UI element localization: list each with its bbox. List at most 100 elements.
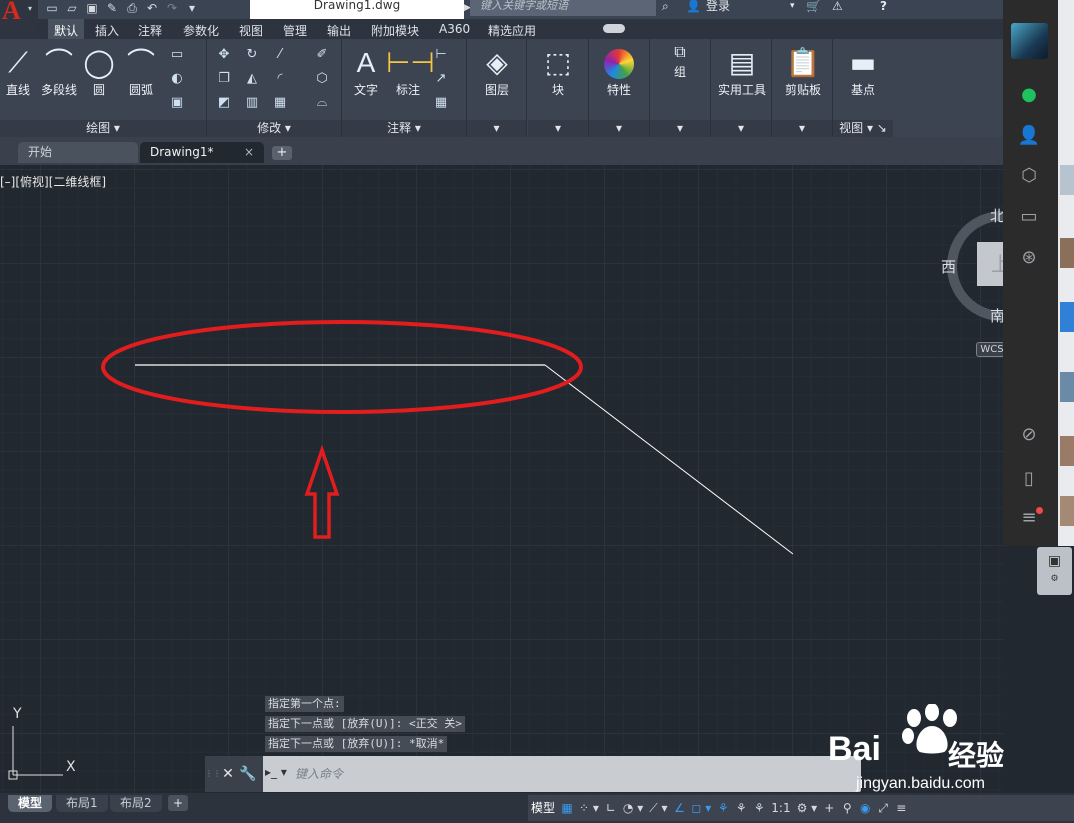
move-icon[interactable]: ✥: [215, 47, 233, 63]
media-panel-button[interactable]: ▣ ⚙: [1037, 547, 1072, 595]
customize-qat-icon[interactable]: ▾: [184, 1, 200, 16]
fillet-icon[interactable]: ◜: [271, 71, 289, 87]
search-input[interactable]: 键入关键字或短语: [470, 0, 656, 16]
erase-icon[interactable]: ✐: [313, 47, 331, 63]
offset-icon[interactable]: ⌓: [313, 95, 331, 111]
trim-icon[interactable]: ⁄: [271, 47, 289, 63]
tab-manage[interactable]: 管理: [283, 22, 307, 39]
binoculars-icon[interactable]: ⌕: [662, 0, 669, 12]
table-icon[interactable]: ▦: [432, 95, 450, 111]
isodraft-icon[interactable]: ⟋ ▾: [646, 797, 670, 819]
utilities-expand[interactable]: ▾: [711, 120, 771, 137]
phone-icon[interactable]: ▯: [1016, 467, 1042, 491]
drawing-canvas[interactable]: [0, 165, 1003, 793]
layers-expand[interactable]: ▾: [467, 120, 526, 137]
avatar[interactable]: [1011, 23, 1048, 59]
layers-tool[interactable]: ◈ 图层: [475, 45, 519, 98]
dimension-tool[interactable]: ⊢⊣ 标注: [386, 45, 435, 98]
login-dropdown-icon[interactable]: ▾: [790, 0, 795, 12]
properties-expand[interactable]: ▾: [589, 120, 649, 137]
gear-icon[interactable]: ⚙ ▾: [794, 797, 821, 819]
clean-screen-icon[interactable]: ⤢: [874, 797, 892, 819]
line-tool[interactable]: ⟋ 直线: [0, 45, 40, 98]
layout-tab-1[interactable]: 布局1: [56, 795, 108, 812]
redo-icon[interactable]: ↷: [164, 1, 180, 16]
login-button[interactable]: 登录: [706, 0, 730, 12]
layout-tab-2[interactable]: 布局2: [110, 795, 162, 812]
draw-group-label[interactable]: 绘图 ▾: [0, 120, 206, 137]
object-snap-icon[interactable]: ◻ ▾: [688, 797, 714, 819]
layout-tab-model[interactable]: 模型: [8, 795, 53, 812]
link-icon[interactable]: ⊘: [1016, 423, 1042, 447]
auto-scale-icon[interactable]: ⚘: [732, 797, 750, 819]
tab-addins[interactable]: 附加模块: [371, 22, 419, 39]
a360-icon[interactable]: ⚠: [832, 0, 843, 12]
scale-icon[interactable]: ▥: [243, 95, 261, 111]
tab-a360[interactable]: A360: [439, 22, 470, 36]
save-as-icon[interactable]: ✎: [104, 1, 120, 16]
new-file-icon[interactable]: ▭: [44, 1, 60, 16]
tab-annotate[interactable]: 注释: [138, 22, 162, 39]
tab-default[interactable]: 默认: [48, 19, 85, 39]
basepoint-tool[interactable]: ▬ 基点: [841, 45, 885, 98]
rotate-icon[interactable]: ↻: [243, 47, 261, 63]
close-icon[interactable]: ×: [244, 142, 254, 163]
save-icon[interactable]: ▣: [84, 1, 100, 16]
annotation-scale-icon[interactable]: ⚘: [750, 797, 768, 819]
wrench-icon[interactable]: 🔧: [239, 765, 257, 783]
help-button[interactable]: ?: [880, 0, 887, 12]
application-menu-button[interactable]: A ▾: [0, 0, 38, 40]
annotation-scale-value[interactable]: 1:1: [768, 797, 793, 819]
linear-dimension-icon[interactable]: ⊢: [432, 47, 450, 63]
ribbon-toggle-button[interactable]: [603, 24, 625, 33]
clipboard-expand[interactable]: ▾: [772, 120, 832, 137]
annotation-group-label[interactable]: 注释 ▾: [342, 120, 466, 137]
cube-icon[interactable]: ⬡: [1016, 164, 1042, 188]
array-icon[interactable]: ▦: [271, 95, 289, 111]
circle-tool[interactable]: ◯ 圆: [77, 45, 121, 98]
tab-view[interactable]: 视图: [239, 22, 263, 39]
modify-group-label[interactable]: 修改 ▾: [207, 120, 341, 137]
annotation-visibility-icon[interactable]: ⚘: [714, 797, 732, 819]
tab-insert[interactable]: 插入: [95, 22, 119, 39]
viewport-controls[interactable]: [–][俯视][二维线框]: [0, 173, 106, 190]
file-tab-start[interactable]: 开始: [18, 142, 138, 163]
user-icon[interactable]: 👤: [686, 0, 701, 12]
text-tool[interactable]: A 文字: [344, 45, 388, 98]
explode-icon[interactable]: ⬡: [313, 71, 331, 87]
leader-icon[interactable]: ↗: [432, 71, 450, 87]
aperture-icon[interactable]: ⊛: [1016, 246, 1042, 270]
model-space-toggle[interactable]: 模型: [528, 797, 558, 819]
object-snap-tracking-icon[interactable]: ∠: [670, 797, 688, 819]
copy-icon[interactable]: ❐: [215, 71, 233, 87]
open-file-icon[interactable]: ▱: [64, 1, 80, 16]
rectangle-icon[interactable]: ▭: [168, 47, 186, 63]
undo-icon[interactable]: ↶: [144, 1, 160, 16]
plot-icon[interactable]: ⎙: [124, 1, 140, 16]
hatch-icon[interactable]: ◐: [168, 71, 186, 87]
hardware-acceleration-icon[interactable]: ◉: [856, 797, 874, 819]
tab-output[interactable]: 输出: [327, 22, 351, 39]
store-icon[interactable]: 🛒: [806, 0, 821, 12]
customize-menu-icon[interactable]: ≡: [892, 797, 910, 819]
block-tool[interactable]: ⬚ 块: [536, 45, 580, 98]
clipboard-tool[interactable]: 📋 剪贴板: [778, 45, 828, 98]
folder-icon[interactable]: ▭: [1016, 205, 1042, 229]
snap-icon[interactable]: ⁘ ▾: [576, 797, 602, 819]
isolate-objects-icon[interactable]: ⚲: [838, 797, 856, 819]
file-tab-drawing1[interactable]: Drawing1* ×: [140, 142, 264, 163]
block-expand[interactable]: ▾: [528, 120, 588, 137]
groups-expand[interactable]: ▾: [650, 120, 710, 137]
close-icon[interactable]: ✕: [219, 765, 237, 783]
view-group-label[interactable]: 视图 ▾ ↘: [833, 120, 893, 137]
drag-handle-icon[interactable]: ⋮⋮: [205, 756, 221, 792]
ortho-icon[interactable]: ∟: [602, 797, 620, 819]
polar-icon[interactable]: ◔ ▾: [620, 797, 646, 819]
command-prompt-icon[interactable]: ▸_ ▾: [265, 765, 295, 783]
polyline-tool[interactable]: ⌒ 多段线: [37, 45, 81, 98]
tab-featured-apps[interactable]: 精选应用: [488, 22, 536, 39]
tab-parametric[interactable]: 参数化: [183, 22, 219, 39]
command-input[interactable]: 键入命令: [295, 765, 343, 782]
new-tab-button[interactable]: +: [272, 146, 292, 160]
groups-tool[interactable]: ⧉ 组: [658, 41, 702, 80]
